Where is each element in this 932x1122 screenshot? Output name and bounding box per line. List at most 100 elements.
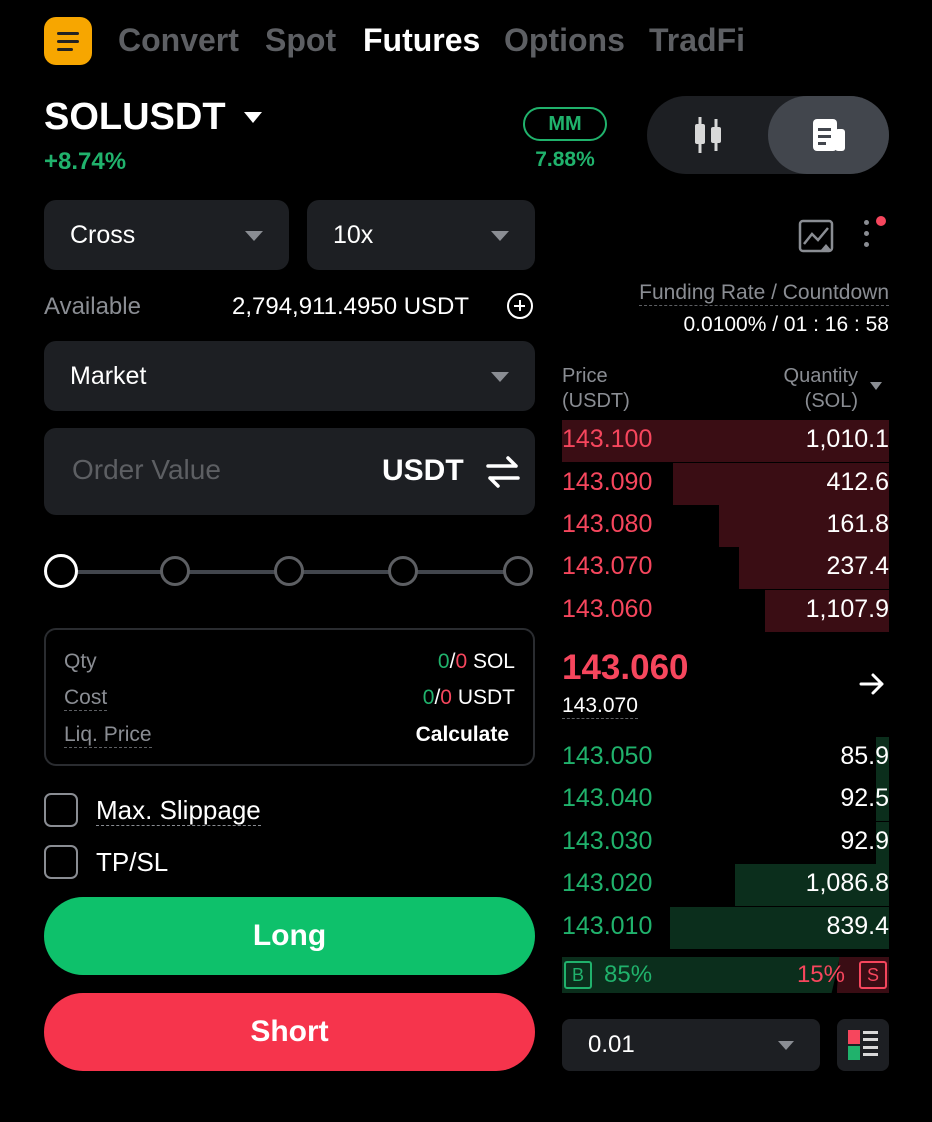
funding-rate-label[interactable]: Funding Rate / Countdown	[639, 281, 889, 306]
orderbook-layout-button[interactable]	[837, 1019, 889, 1071]
last-price: 143.060	[562, 648, 689, 687]
tab-tradfi[interactable]: TradFi	[649, 22, 745, 59]
slider-step-100[interactable]	[503, 556, 533, 586]
orderbook-price-header: Price (USDT)	[562, 365, 630, 412]
bid-qty: 1,086.8	[805, 869, 889, 897]
orderbook-layout-icon	[848, 1030, 878, 1060]
order-value-field: USDT	[44, 428, 535, 515]
ask-row[interactable]: 143.090 412.6	[562, 463, 889, 505]
leverage-value: 10x	[333, 220, 374, 249]
orderbook-qty-header[interactable]: Quantity (SOL)	[784, 364, 858, 414]
ask-price: 143.070	[562, 552, 653, 580]
view-toggle	[647, 96, 889, 174]
bid-price: 143.010	[562, 912, 653, 940]
buy-sell-ratio-bar: B 85% 15% S	[562, 957, 889, 993]
ask-qty: 161.8	[826, 510, 889, 538]
order-unit[interactable]: USDT	[382, 454, 464, 488]
calculate-link[interactable]: Calculate	[416, 723, 509, 747]
mm-value: 7.88%	[535, 148, 595, 171]
candlestick-icon	[694, 117, 721, 153]
max-slippage-label: Max. Slippage	[96, 795, 261, 826]
long-button[interactable]: Long	[44, 897, 535, 975]
bid-price: 143.050	[562, 742, 653, 770]
liq-price-label: Liq. Price	[64, 723, 152, 749]
bid-row[interactable]: 143.020 1,086.8	[562, 864, 889, 906]
tab-options[interactable]: Options	[504, 22, 625, 59]
tpsl-checkbox[interactable]	[44, 845, 78, 879]
ask-price: 143.060	[562, 595, 653, 623]
bid-price: 143.030	[562, 827, 653, 855]
cost-value: 0/0 USDT	[422, 686, 515, 709]
short-button[interactable]: Short	[44, 993, 535, 1071]
slider-step-75[interactable]	[388, 556, 418, 586]
qty-label: Qty	[64, 650, 97, 673]
bid-price: 143.040	[562, 784, 653, 812]
tab-convert[interactable]: Convert	[118, 22, 239, 59]
bid-row[interactable]: 143.050 85.9	[562, 737, 889, 779]
ask-qty: 412.6	[826, 468, 889, 496]
price-change: +8.74%	[44, 148, 127, 175]
margin-mode-value: Cross	[70, 220, 136, 249]
candlestick-view-button[interactable]	[647, 96, 768, 174]
tab-spot[interactable]: Spot	[265, 22, 336, 59]
bid-row[interactable]: 143.040 92.5	[562, 779, 889, 821]
qty-value: 0/0 SOL	[437, 650, 515, 673]
order-type-value: Market	[70, 361, 147, 390]
precision-select[interactable]: 0.01	[562, 1019, 820, 1071]
menu-icon[interactable]	[44, 17, 92, 65]
ask-qty: 1,107.9	[805, 595, 889, 623]
slider-step-25[interactable]	[160, 556, 190, 586]
funding-rate-value: 0.0100% / 01 : 16 : 58	[683, 313, 890, 336]
chart-image-icon[interactable]	[798, 218, 834, 254]
ask-row[interactable]: 143.060 1,107.9	[562, 590, 889, 632]
slider-step-50[interactable]	[274, 556, 304, 586]
ask-row[interactable]: 143.100 1,010.1	[562, 420, 889, 462]
ask-qty: 1,010.1	[805, 425, 889, 453]
buy-ratio: 85%	[604, 961, 653, 988]
bid-price: 143.020	[562, 869, 653, 897]
ask-price: 143.100	[562, 425, 653, 453]
bid-row[interactable]: 143.010 839.4	[562, 907, 889, 949]
max-slippage-checkbox[interactable]	[44, 793, 78, 827]
available-label: Available	[44, 293, 141, 320]
swap-icon[interactable]	[484, 454, 522, 490]
slider-handle[interactable]	[44, 554, 78, 588]
chevron-down-icon	[245, 231, 263, 241]
leverage-select[interactable]: 10x	[307, 200, 535, 270]
mm-badge[interactable]: MM	[523, 107, 607, 141]
buy-badge: B	[564, 961, 592, 989]
more-options-icon[interactable]	[864, 220, 872, 253]
tab-futures[interactable]: Futures	[363, 22, 480, 59]
precision-value: 0.01	[588, 1031, 635, 1058]
available-balance: 2,794,911.4950 USDT	[232, 293, 470, 320]
bid-qty: 92.9	[840, 827, 889, 855]
symbol-selector[interactable]: SOLUSDT	[44, 96, 226, 139]
chevron-down-icon[interactable]	[870, 382, 882, 390]
tpsl-label: TP/SL	[96, 847, 169, 877]
order-info-box: Qty 0/0 SOL Cost 0/0 USDT Liq. Price Cal…	[44, 628, 535, 766]
bid-row[interactable]: 143.030 92.9	[562, 822, 889, 864]
bid-qty: 839.4	[826, 912, 889, 940]
chevron-down-icon	[491, 231, 509, 241]
sell-ratio: 15%	[796, 961, 845, 988]
add-funds-icon[interactable]	[507, 293, 533, 319]
bid-qty: 85.9	[840, 742, 889, 770]
ask-row[interactable]: 143.080 161.8	[562, 505, 889, 547]
mark-price[interactable]: 143.070	[562, 694, 638, 719]
ask-price: 143.080	[562, 510, 653, 538]
ask-qty: 237.4	[826, 552, 889, 580]
notification-dot	[876, 216, 886, 226]
margin-mode-select[interactable]: Cross	[44, 200, 289, 270]
document-icon	[812, 119, 845, 151]
ask-row[interactable]: 143.070 237.4	[562, 547, 889, 589]
sell-badge: S	[859, 961, 887, 989]
chevron-down-icon[interactable]	[244, 112, 262, 123]
arrow-right-icon[interactable]	[858, 670, 886, 698]
order-value-input[interactable]	[72, 450, 372, 490]
chevron-down-icon	[778, 1041, 794, 1050]
ask-price: 143.090	[562, 468, 653, 496]
order-type-select[interactable]: Market	[44, 341, 535, 411]
orderbook-view-button[interactable]	[768, 96, 889, 174]
bid-qty: 92.5	[840, 784, 889, 812]
chevron-down-icon	[491, 372, 509, 382]
